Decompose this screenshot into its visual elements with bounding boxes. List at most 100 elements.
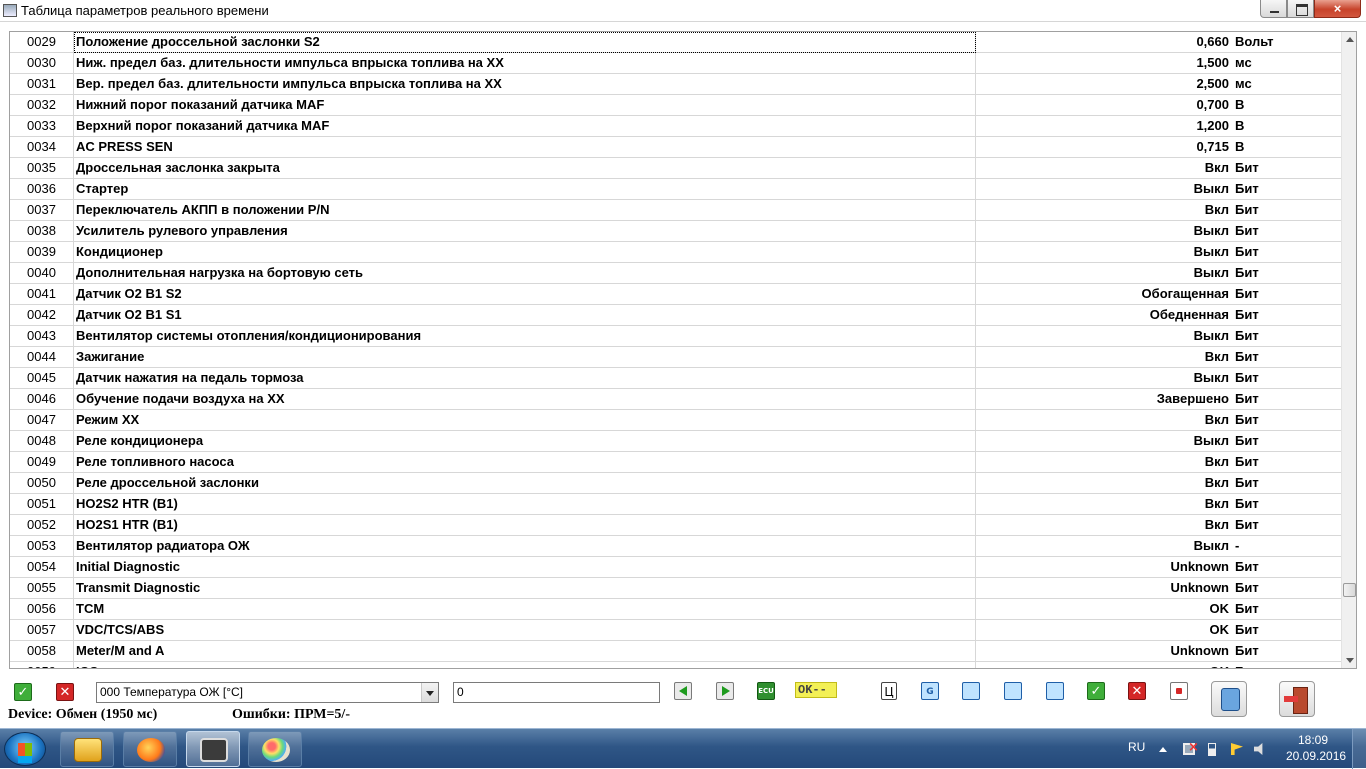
table-row[interactable]: 0058 Meter/M and A Unknown Бит (10, 641, 1341, 662)
param-unit: Бит (1235, 643, 1259, 658)
previous-arrow-button[interactable] (674, 682, 692, 700)
explorer-taskbar-icon[interactable] (60, 731, 114, 767)
param-value: Вкл (1204, 517, 1229, 532)
table-row[interactable]: 0031 Вер. предел баз. длительности импуль… (10, 74, 1341, 95)
param-value: Выкл (1193, 328, 1229, 343)
scroll-up-arrow-icon[interactable] (1346, 37, 1354, 42)
param-unit: - (1235, 538, 1240, 553)
param-unit: Бит (1235, 433, 1259, 448)
parameter-table[interactable]: 0029 Положение дроссельной заслонки S2 0,6… (9, 31, 1357, 669)
table-row[interactable]: 0029 Положение дроссельной заслонки S2 0,6… (10, 32, 1341, 53)
paint-taskbar-icon[interactable] (248, 731, 302, 767)
table-row[interactable]: 0034 AC PRESS SEN 0,715 В (10, 137, 1341, 158)
param-name: Положение дроссельной заслонки S2 (74, 32, 976, 53)
table-row[interactable]: 0042 Датчик O2 B1 S1 Обедненная Бит (10, 305, 1341, 326)
table-row[interactable]: 0030 Ниж. предел баз. длительности импуль… (10, 53, 1341, 74)
param-unit: Бит (1235, 370, 1259, 385)
apply-check-button[interactable]: ✓ (1087, 682, 1105, 700)
param-id: 0031 (10, 74, 74, 95)
table-row[interactable]: 0050 Реле дроссельной заслонки Вкл Бит (10, 473, 1341, 494)
table-row[interactable]: 0059ICCOKБит (10, 662, 1341, 668)
table-row[interactable]: 0035 Дроссельная заслонка закрыта Вкл Бит (10, 158, 1341, 179)
param-unit: Бит (1235, 223, 1259, 238)
value-input[interactable]: 0 (453, 682, 660, 703)
ecu-button[interactable]: ECU (757, 682, 775, 700)
maximize-button[interactable] (1287, 0, 1314, 18)
table-row[interactable]: 0041 Датчик O2 B1 S2 Обогащенная Бит (10, 284, 1341, 305)
param-name: HO2S2 HTR (B1) (74, 494, 976, 515)
clock-time[interactable]: 18:09 (1298, 733, 1328, 747)
param-name: Верхний порог показаний датчика MAF (74, 116, 976, 137)
table-row[interactable]: 0054 Initial Diagnostic Unknown Бит (10, 557, 1341, 578)
table-row[interactable]: 0056 TCM OK Бит (10, 599, 1341, 620)
param-id: 0032 (10, 95, 74, 116)
language-indicator[interactable]: RU (1128, 740, 1145, 754)
table-row[interactable]: 0057 VDC/TCS/ABS OK Бит (10, 620, 1341, 641)
table-row[interactable]: 0055 Transmit Diagnostic Unknown Бит (10, 578, 1341, 599)
parameter-select[interactable]: 000 Температура ОЖ [°C] (96, 682, 439, 703)
action-center-flag-icon[interactable] (1231, 743, 1243, 755)
param-name: HO2S1 HTR (B1) (74, 515, 976, 536)
cancel-button[interactable]: ✕ (56, 683, 74, 701)
confirm-button[interactable]: ✓ (14, 683, 32, 701)
param-id: 0054 (10, 557, 74, 578)
table-row[interactable]: 0032 Нижний порог показаний датчика MAF 0,… (10, 95, 1341, 116)
show-hidden-icons-icon[interactable] (1159, 747, 1167, 752)
table-row[interactable]: 0033 Верхний порог показаний датчика MAF 1… (10, 116, 1341, 137)
next-arrow-button[interactable] (716, 682, 734, 700)
table-row[interactable]: 0045 Датчик нажатия на педаль тормоза Выкл… (10, 368, 1341, 389)
record-icon[interactable] (1170, 682, 1188, 700)
table-row[interactable]: 0036 Стартер Выкл Бит (10, 179, 1341, 200)
table-row[interactable]: 0046 Обучение подачи воздуха на ХХ Заверше… (10, 389, 1341, 410)
param-value: 0,700 (1196, 97, 1229, 112)
param-id: 0046 (10, 389, 74, 410)
param-value: Вкл (1204, 475, 1229, 490)
vertical-scrollbar[interactable] (1341, 32, 1356, 668)
param-name: TCM (74, 599, 976, 620)
scroll-thumb[interactable] (1343, 583, 1356, 597)
table-row[interactable]: 0038 Усилитель рулевого управления Выкл Бит (10, 221, 1341, 242)
param-name: Зажигание (74, 347, 976, 368)
battery-icon[interactable] (1208, 743, 1216, 756)
firefox-taskbar-icon[interactable] (123, 731, 177, 767)
param-value: OK (1209, 622, 1230, 637)
volume-icon[interactable] (1254, 743, 1263, 755)
chevron-down-icon[interactable] (421, 683, 438, 702)
start-button[interactable] (4, 732, 46, 766)
remove-button[interactable]: ✕ (1128, 682, 1146, 700)
table-row[interactable]: 0052 HO2S1 HTR (B1) Вкл Бит (10, 515, 1341, 536)
param-name: Режим ХХ (74, 410, 976, 431)
show-desktop-button[interactable] (1352, 729, 1366, 769)
param-value: Вкл (1204, 160, 1229, 175)
param-value: 1,500 (1196, 55, 1229, 70)
table-row[interactable]: 0047 Режим ХХ Вкл Бит (10, 410, 1341, 431)
ts-button[interactable]: Ц (881, 682, 897, 700)
param-unit: Бит (1235, 517, 1259, 532)
save-button[interactable] (1211, 681, 1247, 717)
param-name: Переключатель АКПП в положении P/N (74, 200, 976, 221)
close-button[interactable]: × (1314, 0, 1361, 18)
table-row[interactable]: 0051 HO2S2 HTR (B1) Вкл Бит (10, 494, 1341, 515)
table-view-icon[interactable] (962, 682, 980, 700)
window-icon[interactable] (1046, 682, 1064, 700)
table-row[interactable]: 0044 Зажигание Вкл Бит (10, 347, 1341, 368)
param-value: 1,200 (1196, 118, 1229, 133)
table-row[interactable]: 0049 Реле топливного насоса Вкл Бит (10, 452, 1341, 473)
exit-button[interactable] (1279, 681, 1315, 717)
graph-button[interactable]: G (921, 682, 939, 700)
scroll-down-arrow-icon[interactable] (1346, 658, 1354, 663)
minimize-button[interactable] (1260, 0, 1287, 18)
table-row[interactable]: 0039 Кондиционер Выкл Бит (10, 242, 1341, 263)
table-row[interactable]: 0043 Вентилятор системы отопления/кондици… (10, 326, 1341, 347)
param-name: Стартер (74, 179, 976, 200)
param-unit: мс (1235, 76, 1252, 91)
table-row[interactable]: 0037 Переключатель АКПП в положении P/N Вк… (10, 200, 1341, 221)
scanner-app-taskbar-icon[interactable] (186, 731, 240, 767)
table-row[interactable]: 0053 Вентилятор радиатора ОЖ Выкл - (10, 536, 1341, 557)
list-view-icon[interactable] (1004, 682, 1022, 700)
param-unit: Бит (1235, 181, 1259, 196)
clock-date[interactable]: 20.09.2016 (1286, 749, 1346, 763)
table-row[interactable]: 0048 Реле кондиционера Выкл Бит (10, 431, 1341, 452)
network-icon[interactable] (1183, 740, 1199, 755)
table-row[interactable]: 0040 Дополнительная нагрузка на бортовую … (10, 263, 1341, 284)
